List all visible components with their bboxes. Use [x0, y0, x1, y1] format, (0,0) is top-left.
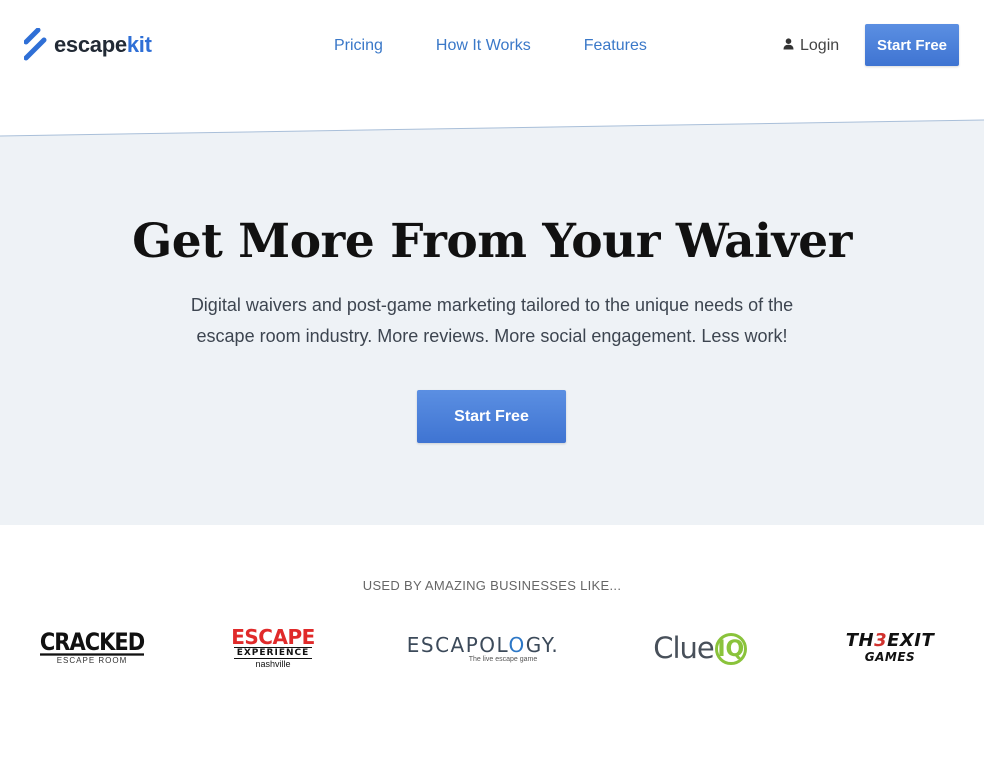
customer-logos: CRACKED ESCAPE ROOM ESCAPE EXPERIENCE na…	[0, 620, 984, 676]
customers-heading: USED BY AMAZING BUSINESSES LIKE...	[362, 578, 622, 593]
hero-top-edge	[0, 118, 984, 137]
user-icon	[783, 36, 794, 56]
hero-title: Get More From Your Waiver	[132, 214, 852, 269]
hero-subtitle: Digital waivers and post-game marketing …	[190, 295, 794, 346]
customer-logo-cracked: CRACKED ESCAPE ROOM	[39, 627, 145, 665]
nav-link-how-it-works[interactable]: How It Works	[436, 36, 531, 56]
login-link[interactable]: Login	[783, 36, 839, 56]
customer-logo-the-exit-games: TH3EXIT GAMES	[845, 630, 935, 665]
hero-section: Get More From Your Waiver Digital waiver…	[0, 118, 984, 525]
customer-logo-clueiq: Clue IQ	[650, 620, 750, 676]
login-label: Login	[800, 37, 840, 54]
escapekit-logo[interactable]: escapekit	[24, 28, 152, 62]
nav-link-features[interactable]: Features	[584, 36, 647, 56]
customer-logo-escapology: ESCAPOLOGY. The live escape game	[406, 632, 560, 663]
escapekit-logo-icon	[24, 28, 48, 62]
site-header: escapekit Pricing How It Works Features …	[0, 0, 984, 90]
customer-logo-escape-experience: ESCAPE EXPERIENCE nashville	[231, 625, 315, 669]
main-nav: Pricing How It Works Features	[334, 36, 700, 56]
start-free-button-header[interactable]: Start Free	[865, 24, 959, 66]
nav-link-pricing[interactable]: Pricing	[334, 36, 383, 56]
start-free-button-hero[interactable]: Start Free	[417, 390, 566, 443]
logo-text: escapekit	[54, 32, 152, 57]
